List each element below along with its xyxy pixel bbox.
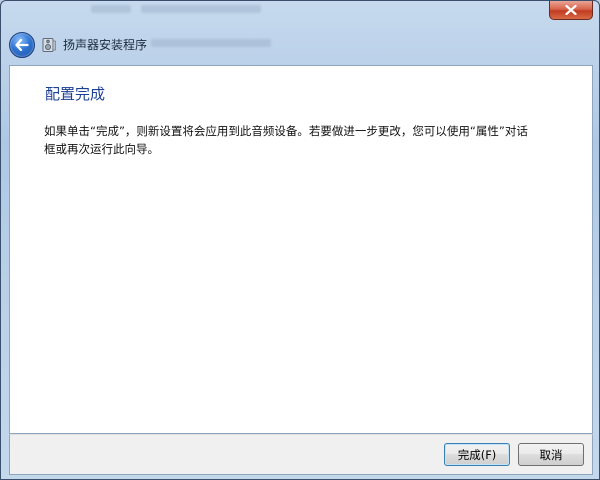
back-arrow-icon <box>15 39 29 51</box>
background-blur <box>141 5 261 13</box>
cancel-button[interactable]: 取消 <box>518 443 584 466</box>
description-text: 如果单击“完成”，则新设置将会应用到此音频设备。若要做进一步更改，您可以使用“属… <box>44 124 528 156</box>
finish-button[interactable]: 完成(F) <box>444 443 510 466</box>
button-bar: 完成(F) 取消 <box>9 434 593 475</box>
close-button[interactable] <box>549 1 593 20</box>
back-button[interactable] <box>9 32 35 58</box>
window-title: 扬声器安装程序 <box>63 38 148 52</box>
page-heading: 配置完成 <box>45 85 106 103</box>
background-blur <box>91 5 131 13</box>
background-blur <box>151 39 271 47</box>
speaker-setup-icon <box>42 38 56 52</box>
close-icon <box>565 5 577 15</box>
content-pane: 配置完成 如果单击“完成”，则新设置将会应用到此音频设备。若要做进一步更改，您可… <box>9 65 593 434</box>
wizard-window: 扬声器安装程序 配置完成 如果单击“完成”，则新设置将会应用到此音频设备。若要做… <box>0 0 600 480</box>
